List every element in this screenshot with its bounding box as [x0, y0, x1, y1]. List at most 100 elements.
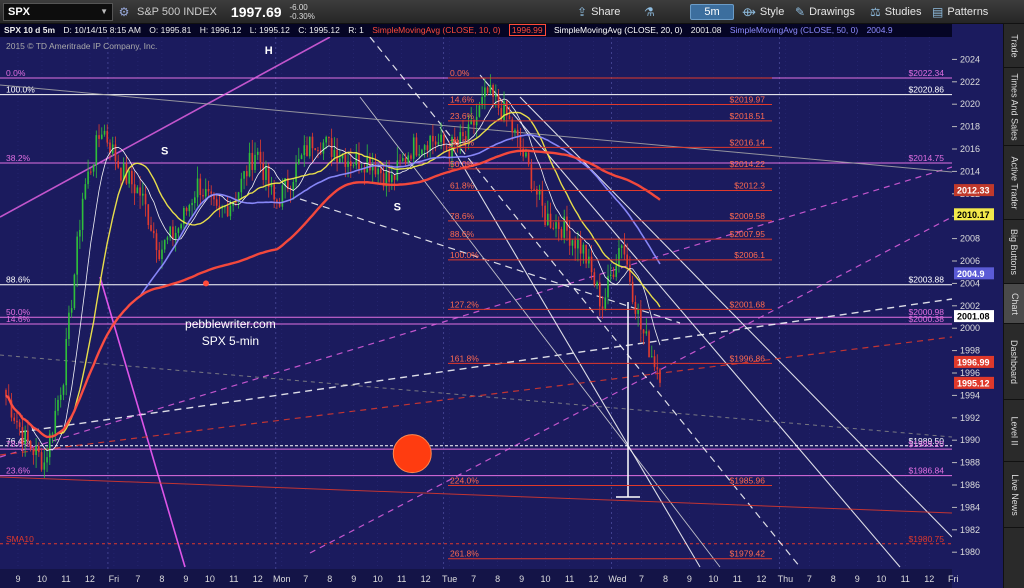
candle-body: [380, 168, 382, 174]
candle-body: [410, 155, 412, 159]
y-tick-label: 1986: [960, 480, 980, 490]
x-tick-label: 8: [327, 574, 332, 584]
x-tick-label: 12: [589, 574, 599, 584]
level-label: 38.2%: [6, 153, 31, 163]
sma50-value: 2004.9: [866, 25, 893, 35]
fib-price-label: $2019.97: [730, 95, 766, 105]
candle-body: [525, 152, 527, 157]
candle-body: [598, 282, 601, 307]
side-tab-label: Active Trader: [1009, 155, 1020, 210]
drawings-button[interactable]: ✎ Drawings: [795, 0, 855, 24]
timeframe-selector[interactable]: 5m: [690, 4, 734, 20]
candle-body: [484, 87, 486, 97]
symbol-selector[interactable]: SPX ▼: [3, 2, 113, 21]
candle-body: [514, 129, 516, 133]
candle-body: [352, 165, 355, 167]
candle-body: [555, 222, 557, 229]
fib-label: 38.2%: [450, 137, 475, 147]
side-tab-label: Big Buttons: [1009, 228, 1020, 275]
candle-body: [295, 163, 297, 183]
sma50-label: SimpleMovingAvg (CLOSE, 50, 0): [729, 25, 859, 35]
chevron-down-icon[interactable]: ▼: [100, 7, 108, 16]
candle-body: [333, 149, 336, 157]
side-tab-dashboard[interactable]: Dashboard: [1004, 324, 1024, 400]
candle-body: [659, 369, 661, 383]
candle-body: [366, 157, 369, 173]
candle-body: [57, 399, 59, 411]
x-tick-label: 7: [303, 574, 308, 584]
side-tab-live-news[interactable]: Live News: [1004, 462, 1024, 528]
x-tick-label: 7: [807, 574, 812, 584]
candle-body: [585, 244, 587, 264]
candle-body: [546, 213, 549, 226]
candle-body: [429, 135, 431, 151]
fib-label: 100.0%: [450, 250, 479, 260]
x-tick-label: 12: [756, 574, 766, 584]
copyright-text: 2015 © TD Ameritrade IP Company, Inc.: [6, 41, 157, 51]
price-chart[interactable]: 0.0% $2022.34100.0% $2020.8638.2% $2014.758…: [0, 37, 1003, 588]
candle-body: [492, 84, 494, 97]
candle-body: [16, 420, 18, 423]
candle-body: [440, 134, 442, 143]
candle-body: [131, 170, 133, 185]
candle-body: [273, 184, 275, 200]
x-tick-label: 9: [855, 574, 860, 584]
side-tab-active-trader[interactable]: Active Trader: [1004, 146, 1024, 220]
candle-body: [267, 165, 270, 187]
level-price-label: $1986.84: [909, 466, 945, 476]
candle-body: [388, 171, 390, 182]
x-tick-label: 7: [135, 574, 140, 584]
y-tick-label: 1990: [960, 435, 980, 445]
axis-value-label: 2004.9: [957, 269, 985, 279]
bar-close: C: 1995.12: [298, 25, 340, 35]
candle-body: [297, 159, 300, 164]
side-tab-big-buttons[interactable]: Big Buttons: [1004, 220, 1024, 284]
level-price-label: $2020.86: [909, 85, 945, 95]
candle-body: [401, 158, 404, 161]
sma20-value: 2001.08: [690, 25, 722, 35]
candle-body: [328, 136, 330, 139]
candle-body: [637, 309, 639, 314]
candle-body: [448, 149, 451, 158]
bar-open: O: 1995.81: [149, 25, 192, 35]
style-button[interactable]: ⟴ Style: [742, 0, 784, 24]
candle-body: [144, 193, 147, 205]
gear-icon[interactable]: ⚙: [113, 5, 135, 19]
side-tab-chart[interactable]: Chart: [1004, 284, 1024, 324]
fib-price-label: $1979.42: [730, 549, 766, 559]
side-tab-times-and-sales[interactable]: Times And Sales: [1004, 68, 1024, 146]
candle-body: [645, 331, 648, 334]
share-button[interactable]: ⇪ Share: [577, 0, 620, 24]
flask-button[interactable]: ⚗: [644, 0, 659, 24]
index-name: S&P 500 INDEX: [137, 5, 217, 18]
fib-price-label: $2009.58: [730, 211, 766, 221]
candle-body: [139, 187, 141, 196]
bar-high: H: 1996.12: [199, 25, 242, 35]
side-tab-level-ii[interactable]: Level II: [1004, 400, 1024, 462]
patterns-button[interactable]: ▤ Patterns: [932, 0, 988, 24]
candle-body: [100, 134, 103, 139]
level-label: 0.0%: [6, 68, 26, 78]
candle-body: [590, 256, 593, 273]
fib-label: 78.6%: [450, 211, 475, 221]
candle-body: [226, 206, 229, 217]
side-tab-trade[interactable]: Trade: [1004, 24, 1024, 68]
candle-body: [642, 329, 645, 334]
candle-body: [536, 188, 538, 195]
bar-range: R: 1: [348, 25, 364, 35]
candle-body: [13, 417, 16, 421]
candle-body: [489, 84, 492, 93]
studies-label: Studies: [884, 6, 922, 18]
candle-body: [486, 87, 489, 93]
fib-price-label: $1985.96: [730, 475, 766, 485]
x-tick-label: 8: [159, 574, 164, 584]
candle-body: [568, 230, 571, 246]
candle-body: [618, 247, 620, 266]
candle-body: [136, 187, 139, 194]
candle-body: [404, 158, 407, 163]
change-percent: -0.30%: [289, 11, 315, 21]
studies-button[interactable]: ⚖ Studies: [870, 0, 921, 24]
candle-body: [142, 193, 144, 196]
axis-value-label: 1996.99: [957, 357, 990, 367]
candle-body: [533, 188, 535, 190]
